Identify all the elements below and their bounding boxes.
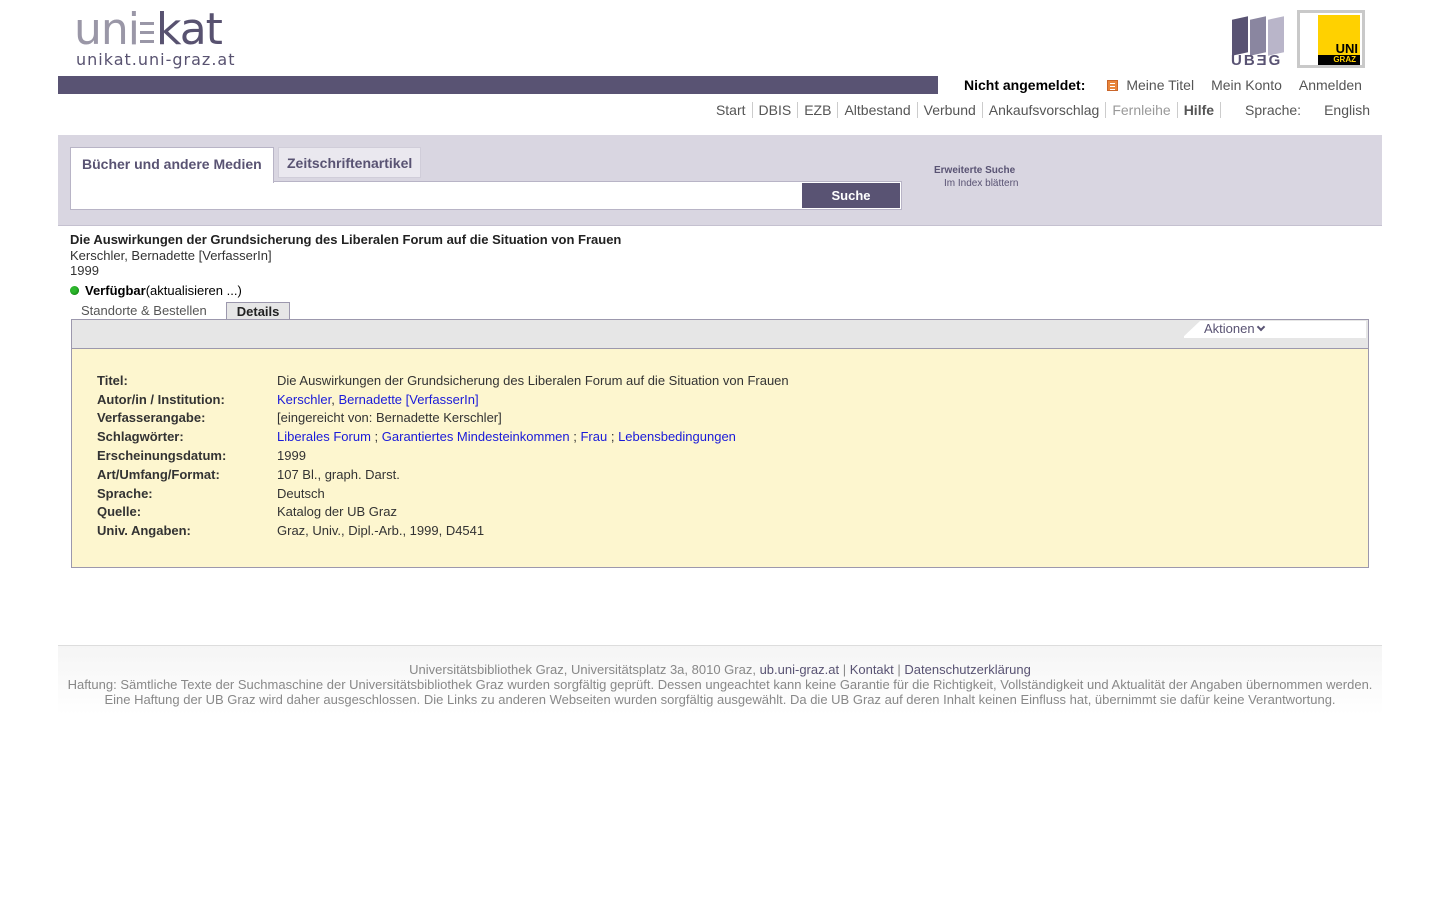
field-label: Autor/in / Institution: xyxy=(97,391,225,407)
subject-link[interactable]: Garantiertes Mindesteinkommen xyxy=(382,429,570,444)
field-value: 107 Bl., graph. Darst. xyxy=(277,466,400,482)
availability: Verfügbar (aktualisieren ...) xyxy=(70,283,242,298)
index-browse-link[interactable]: Im Index blättern xyxy=(944,178,1018,189)
footer-address-line: Universitätsbibliothek Graz, Universität… xyxy=(409,662,1031,677)
header-bar xyxy=(58,76,938,94)
table-row: Quelle: Katalog der UB Graz xyxy=(97,503,789,522)
actions-dropdown[interactable]: Aktionen xyxy=(1182,321,1366,338)
search-button[interactable]: Suche xyxy=(802,183,900,208)
uni-graz-logo[interactable]: UNI GRAZ xyxy=(1297,10,1365,68)
subject-link[interactable]: Liberales Forum xyxy=(277,429,371,444)
uni-graz-logo-bottom: GRAZ xyxy=(1318,55,1360,65)
field-label: Art/Umfang/Format: xyxy=(97,466,220,482)
search-box: Suche xyxy=(70,181,902,210)
field-value: Graz, Univ., Dipl.-Arb., 1999, D4541 xyxy=(277,523,485,539)
table-row: Sprache: Deutsch xyxy=(97,484,789,503)
field-label: Quelle: xyxy=(97,504,142,520)
table-row: Schlagwörter: Liberales Forum ; Garantie… xyxy=(97,427,789,446)
list-icon xyxy=(1107,79,1119,91)
unikat-subtitle: unikat.uni-graz.at xyxy=(76,50,236,69)
nav-ankaufsvorschlag[interactable]: Ankaufsvorschlag xyxy=(983,102,1107,118)
footer-privacy-link[interactable]: Datenschutzerklärung xyxy=(904,662,1030,677)
nav-ezb[interactable]: EZB xyxy=(798,102,839,118)
footer-disclaimer: Haftung: Sämtliche Texte der Suchmaschin… xyxy=(67,677,1373,692)
uni-graz-logo-top: UNI xyxy=(1335,41,1358,56)
tab-books-media[interactable]: Bücher und andere Medien xyxy=(70,147,274,183)
table-row: Verfasserangabe: [eingereicht von: Berna… xyxy=(97,409,789,428)
ub-graz-logo[interactable]: UBƎG xyxy=(1230,14,1288,69)
table-row: Art/Umfang/Format: 107 Bl., graph. Darst… xyxy=(97,465,789,484)
table-row: Univ. Angaben: Graz, Univ., Dipl.-Arb., … xyxy=(97,521,789,540)
user-bar: Nicht angemeldet: Meine Titel Mein Konto… xyxy=(964,76,1379,94)
unikat-logo[interactable]: uni kat unikat.uni-graz.at xyxy=(74,8,244,70)
top-navigation: Start DBIS EZB Altbestand Verbund Ankauf… xyxy=(710,102,1370,118)
tab-details[interactable]: Details xyxy=(225,302,291,320)
record-toolbar: Aktionen xyxy=(71,319,1369,349)
field-label: Erscheinungsdatum: xyxy=(97,448,227,464)
nav-start[interactable]: Start xyxy=(710,102,753,118)
unikat-wordmark: uni kat xyxy=(74,4,223,55)
field-value: Kerschler, Bernadette [VerfasserIn] xyxy=(277,391,479,407)
field-label: Verfasserangabe: xyxy=(97,410,206,426)
nav-dbis[interactable]: DBIS xyxy=(753,102,799,118)
author-name-link[interactable]: Bernadette [VerfasserIn] xyxy=(338,392,478,407)
field-value: Liberales Forum ; Garantiertes Mindestei… xyxy=(277,429,736,445)
field-value: Die Auswirkungen der Grundsicherung des … xyxy=(277,372,789,388)
footer-site-link[interactable]: ub.uni-graz.at xyxy=(760,662,840,677)
field-label: Sprache: xyxy=(97,485,153,501)
nav-altbestand[interactable]: Altbestand xyxy=(838,102,918,118)
record-author: Kerschler, Bernadette [VerfasserIn] xyxy=(70,248,272,263)
footer-address: Universitätsbibliothek Graz, Universität… xyxy=(409,662,756,677)
actions-label: Aktionen xyxy=(1204,321,1255,336)
field-value: Katalog der UB Graz xyxy=(277,504,397,520)
nav-hilfe[interactable]: Hilfe xyxy=(1178,102,1222,118)
nav-fernleihe[interactable]: Fernleihe xyxy=(1106,102,1178,118)
footer-disclaimer: Eine Haftung der UB Graz wird daher ausg… xyxy=(104,692,1336,707)
subject-link[interactable]: Lebensbedingungen xyxy=(618,429,736,444)
footer-contact-link[interactable]: Kontakt xyxy=(850,662,894,677)
chevron-down-icon xyxy=(1256,322,1265,332)
available-status-icon xyxy=(70,286,79,295)
logo-bars-icon xyxy=(140,16,154,46)
table-row: Titel: Die Auswirkungen der Grundsicheru… xyxy=(97,371,789,390)
search-area: Bücher und andere Medien Zeitschriftenar… xyxy=(58,135,1382,226)
ub-logo-text: UBƎG xyxy=(1231,52,1283,69)
language-label: Sprache: xyxy=(1245,102,1302,118)
availability-status: Verfügbar xyxy=(85,283,146,298)
my-account-link[interactable]: Mein Konto xyxy=(1211,77,1282,93)
login-link[interactable]: Anmelden xyxy=(1299,77,1362,93)
advanced-search-link[interactable]: Erweiterte Suche xyxy=(934,165,1015,176)
table-row: Autor/in / Institution: Kerschler, Berna… xyxy=(97,390,789,409)
field-label: Univ. Angaben: xyxy=(97,523,191,539)
details-panel: Titel: Die Auswirkungen der Grundsicheru… xyxy=(71,349,1369,568)
field-label: Schlagwörter: xyxy=(97,429,184,445)
record-title: Die Auswirkungen der Grundsicherung des … xyxy=(70,232,622,247)
field-value: [eingereicht von: Bernadette Kerschler] xyxy=(277,410,502,426)
author-surname-link[interactable]: Kerschler xyxy=(277,392,331,407)
details-table: Titel: Die Auswirkungen der Grundsicheru… xyxy=(97,371,789,540)
language-switch-link[interactable]: English xyxy=(1324,102,1370,118)
footer: Universitätsbibliothek Graz, Universität… xyxy=(58,645,1382,715)
field-value: 1999 xyxy=(277,448,306,464)
nav-verbund[interactable]: Verbund xyxy=(918,102,983,118)
record-year: 1999 xyxy=(70,263,99,278)
search-input[interactable] xyxy=(73,184,798,207)
table-row: Erscheinungsdatum: 1999 xyxy=(97,446,789,465)
field-value: Deutsch xyxy=(277,485,325,501)
my-titles-link[interactable]: Meine Titel xyxy=(1126,77,1194,93)
refresh-availability-link[interactable]: (aktualisieren ...) xyxy=(146,283,242,298)
subject-link[interactable]: Frau xyxy=(580,429,607,444)
tab-journal-articles[interactable]: Zeitschriftenartikel xyxy=(278,147,422,178)
record-tabs: Standorte & Bestellen Details xyxy=(71,302,291,320)
tab-locations-order[interactable]: Standorte & Bestellen xyxy=(71,302,217,320)
login-status: Nicht angemeldet: xyxy=(964,77,1086,93)
field-label: Titel: xyxy=(97,372,128,388)
